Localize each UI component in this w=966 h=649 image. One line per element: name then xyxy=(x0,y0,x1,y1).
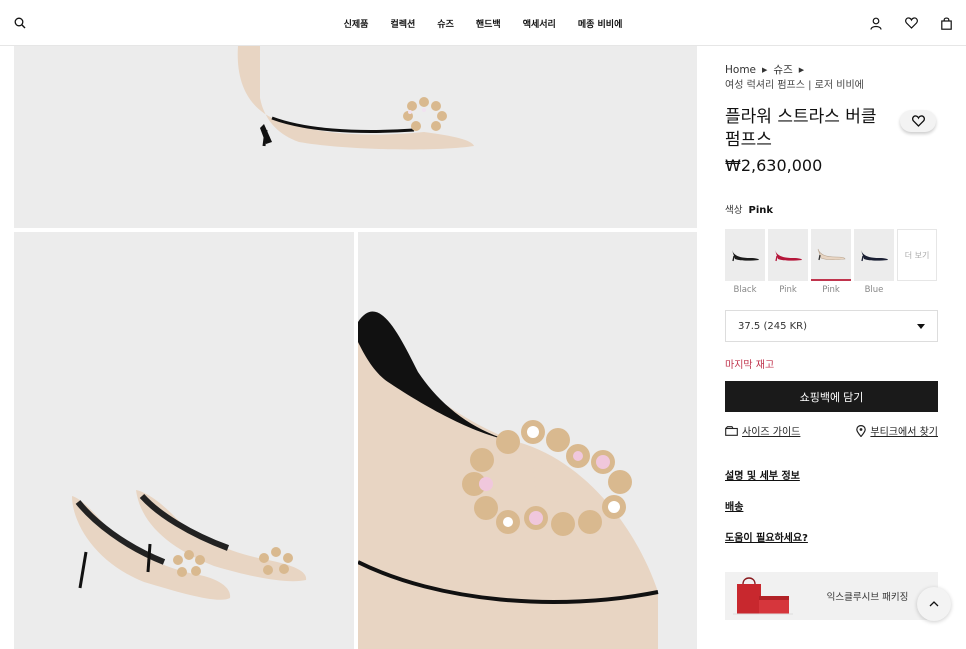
shoe-icon xyxy=(861,250,888,262)
scroll-to-top-button[interactable] xyxy=(917,587,951,621)
nav-item-shoes[interactable]: 슈즈 xyxy=(437,17,454,30)
product-details-panel: Home ▶ 슈즈 ▶ 여성 럭셔리 펌프스 | 로저 비비에 플라워 스트라스… xyxy=(697,46,966,649)
exclusive-packaging-banner[interactable]: 익스클루시브 패키징 xyxy=(725,572,938,620)
nav-item-accessories[interactable]: 액세서리 xyxy=(523,17,556,30)
nav-item-maison[interactable]: 메종 비비에 xyxy=(578,17,623,30)
stock-status: 마지막 재고 xyxy=(725,360,775,371)
site-header: 신제품 컬렉션 슈즈 핸드백 액세서리 메종 비비에 xyxy=(0,0,966,46)
breadcrumb-separator-icon: ▶ xyxy=(762,65,768,74)
section-description[interactable]: 설명 및 세부 정보 xyxy=(725,467,800,482)
swatch-black[interactable]: Black xyxy=(725,229,765,295)
product-price: ₩2,630,000 xyxy=(725,156,823,175)
size-value: 37.5 (245 KR) xyxy=(738,320,808,332)
product-image-side[interactable] xyxy=(14,46,697,228)
heart-icon[interactable] xyxy=(901,13,921,33)
breadcrumb-separator-icon: ▶ xyxy=(798,65,805,74)
swatch-label: Pink xyxy=(822,285,840,295)
user-icon[interactable] xyxy=(866,13,886,33)
swatch-thumbnail xyxy=(854,229,894,281)
chevron-up-icon xyxy=(929,601,939,607)
size-guide-link[interactable]: 사이즈 가이드 xyxy=(725,423,800,438)
packaging-image xyxy=(725,572,797,620)
swatch-label: Blue xyxy=(864,285,884,295)
ruler-box-icon xyxy=(725,425,738,436)
more-swatches-label: 더 보기 xyxy=(897,229,937,281)
main-nav: 신제품 컬렉션 슈즈 핸드백 액세서리 메종 비비에 xyxy=(0,0,966,46)
section-shipping[interactable]: 배송 xyxy=(725,498,743,513)
breadcrumb-subtitle: 여성 럭셔리 펌프스 | 로저 비비에 xyxy=(725,80,864,91)
shoe-icon xyxy=(775,250,802,262)
find-in-boutique-label: 부티크에서 찾기 xyxy=(870,427,938,438)
product-image-buckle-closeup[interactable] xyxy=(358,232,697,649)
color-swatches: Black Pink Pink Blue 더 보기 xyxy=(725,229,937,295)
shoe-icon xyxy=(732,250,759,262)
search-icon[interactable] xyxy=(10,13,30,33)
helper-links: 사이즈 가이드 부티크에서 찾기 xyxy=(725,423,938,438)
product-gallery xyxy=(0,46,697,649)
nav-item-handbags[interactable]: 핸드백 xyxy=(476,17,501,30)
size-guide-label: 사이즈 가이드 xyxy=(742,427,801,438)
swatch-label: Pink xyxy=(779,285,797,295)
bag-icon[interactable] xyxy=(936,13,956,33)
size-select[interactable]: 37.5 (245 KR) xyxy=(725,310,938,342)
chevron-down-icon xyxy=(917,323,925,329)
heart-icon xyxy=(911,115,925,127)
swatch-thumbnail xyxy=(768,229,808,281)
breadcrumb: Home ▶ 슈즈 ▶ xyxy=(725,62,804,77)
color-selection-label: 색상 Pink xyxy=(725,202,773,216)
section-help[interactable]: 도움이 필요하세요? xyxy=(725,529,808,544)
wishlist-button[interactable] xyxy=(900,110,936,132)
breadcrumb-shoes[interactable]: 슈즈 xyxy=(773,62,792,77)
breadcrumb-home[interactable]: Home xyxy=(725,64,756,76)
swatch-pink-magenta[interactable]: Pink xyxy=(768,229,808,295)
product-image-pair[interactable] xyxy=(14,232,354,649)
swatch-thumbnail xyxy=(725,229,765,281)
nav-item-collection[interactable]: 컬렉션 xyxy=(390,17,415,30)
color-label: 색상 xyxy=(725,205,743,216)
shoe-icon xyxy=(817,248,846,261)
find-in-boutique-link[interactable]: 부티크에서 찾기 xyxy=(856,423,938,438)
swatch-blue[interactable]: Blue xyxy=(854,229,894,295)
swatch-label: Black xyxy=(733,285,757,295)
swatch-thumbnail xyxy=(811,229,851,281)
add-to-bag-button[interactable]: 쇼핑백에 담기 xyxy=(725,381,938,412)
product-title: 플라워 스트라스 버클 펌프스 xyxy=(725,107,877,150)
location-pin-icon xyxy=(856,424,867,437)
swatch-pink-nude-selected[interactable]: Pink xyxy=(811,229,851,295)
color-value: Pink xyxy=(748,205,774,216)
more-swatches-button[interactable]: 더 보기 xyxy=(897,229,937,295)
nav-item-new[interactable]: 신제품 xyxy=(344,17,369,30)
